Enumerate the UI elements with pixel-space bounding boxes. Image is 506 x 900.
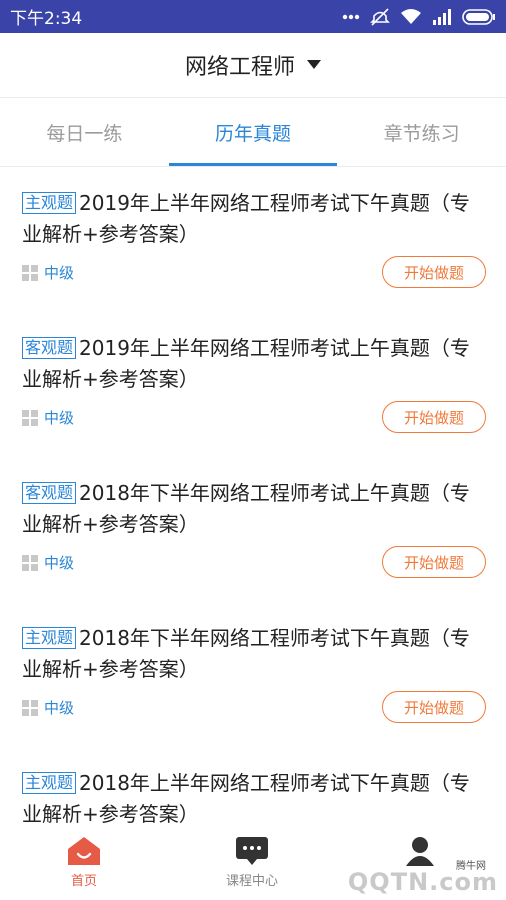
level-label: 中级: [44, 554, 75, 572]
battery-icon: [462, 8, 495, 25]
app-header: 网络工程师: [0, 33, 506, 98]
signal-icon: [433, 8, 451, 25]
status-icons: [342, 7, 496, 26]
tab-daily-practice[interactable]: 每日一练: [0, 98, 169, 166]
more-dots-icon: [342, 14, 360, 19]
question-type-tag: 客观题: [22, 337, 77, 359]
level-label: 中级: [44, 264, 75, 282]
status-bar: 下午2:34: [0, 0, 506, 33]
grid-icon: [22, 554, 38, 571]
item-meta: 中级: [22, 552, 74, 573]
item-title-text: 2018年下半年网络工程师考试上午真题（专业解析+参考答案）: [22, 481, 470, 536]
tab-past-exams[interactable]: 历年真题: [168, 98, 338, 166]
item-title-text: 2019年上半年网络工程师考试下午真题（专业解析+参考答案）: [22, 191, 470, 246]
start-exam-button[interactable]: 开始做题: [382, 546, 486, 578]
question-type-tag: 主观题: [22, 627, 77, 649]
item-meta: 中级: [22, 262, 74, 283]
grid-icon: [22, 264, 38, 281]
exam-list: 主观题 2019年上半年网络工程师考试下午真题（专业解析+参考答案） 中级 开始做…: [0, 170, 506, 895]
home-icon: [68, 837, 100, 865]
grid-icon: [22, 409, 38, 426]
tab-chapter-practice[interactable]: 章节练习: [337, 98, 506, 166]
question-type-tag: 客观题: [22, 482, 77, 504]
watermark-logo: QQTN.com: [347, 868, 498, 896]
item-title-text: 2018年上半年网络工程师考试下午真题（专业解析+参考答案）: [22, 771, 470, 826]
item-meta: 中级: [22, 697, 74, 718]
level-label: 中级: [44, 699, 75, 717]
start-exam-button[interactable]: 开始做题: [382, 401, 486, 433]
nav-label: 首页: [70, 874, 97, 889]
mute-icon: [370, 7, 390, 26]
status-time: 下午2:34: [10, 9, 83, 29]
wifi-icon: [401, 9, 421, 24]
list-item[interactable]: 客观题 2018年下半年网络工程师考试上午真题（专业解析+参考答案） 中级 开始做…: [0, 460, 506, 605]
item-title-text: 2018年下半年网络工程师考试下午真题（专业解析+参考答案）: [22, 626, 470, 681]
list-item[interactable]: 主观题 2018年下半年网络工程师考试下午真题（专业解析+参考答案） 中级 开始做…: [0, 605, 506, 750]
item-title: 主观题 2018年上半年网络工程师考试下午真题（专业解析+参考答案）: [22, 768, 486, 830]
grid-icon: [22, 699, 38, 716]
item-title: 主观题 2018年下半年网络工程师考试下午真题（专业解析+参考答案）: [22, 623, 486, 685]
item-title: 主观题 2019年上半年网络工程师考试下午真题（专业解析+参考答案）: [22, 188, 486, 250]
nav-label: 课程中心: [225, 874, 278, 889]
nav-item-home[interactable]: 首页: [0, 830, 168, 900]
item-title-text: 2019年上半年网络工程师考试上午真题（专业解析+参考答案）: [22, 336, 470, 391]
item-meta: 中级: [22, 407, 74, 428]
page-title: 网络工程师: [184, 55, 295, 80]
item-title: 客观题 2018年下半年网络工程师考试上午真题（专业解析+参考答案）: [22, 478, 486, 540]
start-exam-button[interactable]: 开始做题: [382, 691, 486, 723]
question-type-tag: 主观题: [22, 772, 77, 794]
tab-bar: 每日一练 历年真题 章节练习: [0, 98, 506, 167]
question-type-tag: 主观题: [22, 192, 77, 214]
list-item[interactable]: 主观题 2019年上半年网络工程师考试下午真题（专业解析+参考答案） 中级 开始做…: [0, 170, 506, 315]
start-exam-button[interactable]: 开始做题: [382, 256, 486, 288]
level-label: 中级: [44, 409, 75, 427]
item-title: 客观题 2019年上半年网络工程师考试上午真题（专业解析+参考答案）: [22, 333, 486, 395]
nav-item-course-center[interactable]: 课程中心: [168, 830, 336, 900]
course-icon: [236, 837, 268, 865]
profile-icon: [406, 837, 434, 866]
list-item[interactable]: 客观题 2019年上半年网络工程师考试上午真题（专业解析+参考答案） 中级 开始做…: [0, 315, 506, 460]
dropdown-caret-icon[interactable]: [307, 60, 321, 70]
